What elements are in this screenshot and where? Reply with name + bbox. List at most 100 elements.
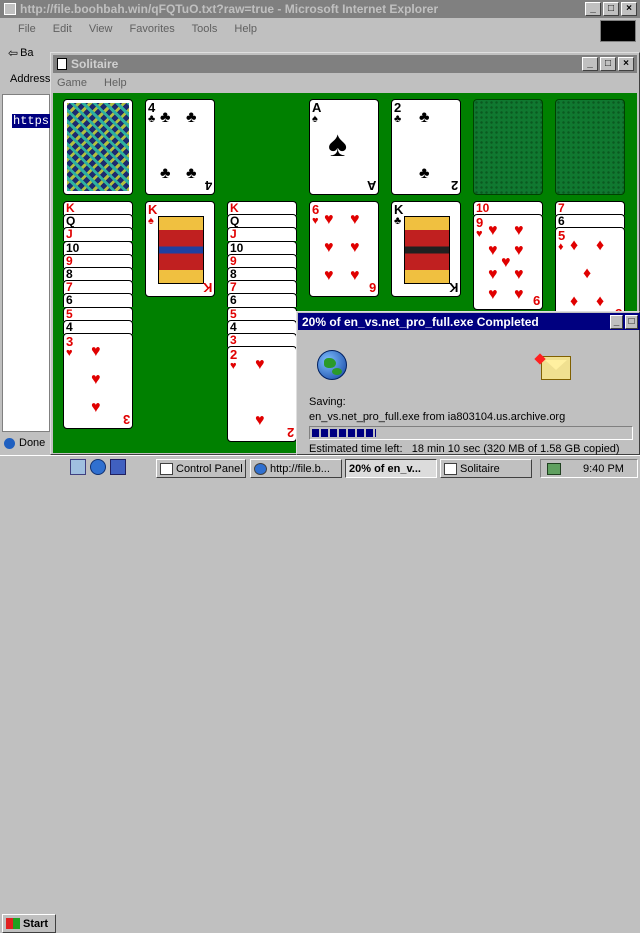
card-rank-bottom: 2 [286, 425, 294, 441]
ie-icon[interactable] [90, 459, 106, 475]
solitaire-minimize-button[interactable]: _ [582, 57, 598, 71]
ie-menu-view[interactable]: View [89, 23, 113, 35]
suit-icon: ♥ [255, 412, 265, 430]
ie-close-button[interactable]: × [621, 2, 637, 16]
ie-menu-edit[interactable]: Edit [53, 23, 72, 35]
tableau-3-card-strip[interactable]: 6 [227, 293, 297, 308]
tableau-3-card-strip[interactable]: 5 [227, 306, 297, 321]
suit-icon: ♥ [476, 228, 483, 241]
card-rank-bottom: 3 [122, 412, 130, 427]
tableau-3-card-strip[interactable]: 8 [227, 267, 297, 281]
download-minimize-button[interactable]: _ [610, 314, 623, 329]
ie-titlebar[interactable]: http://file.boohbah.win/qFQTuO.txt?raw=t… [0, 0, 640, 18]
tableau-6-top-card[interactable]: 9 ♥ ♥ ♥ ♥ ♥ ♥ ♥ ♥ ♥ ♥ 9 [473, 214, 543, 311]
tableau-3-card-strip[interactable]: J [227, 227, 297, 242]
saving-text: en_vs.net_pro_full.exe from ia803104.us.… [309, 411, 566, 423]
download-progress-bar [309, 426, 633, 440]
download-titlebar[interactable]: 20% of en_vs.net_pro_full.exe Completed … [298, 313, 640, 330]
tableau-1-card-strip[interactable]: Q [63, 214, 133, 229]
download-title: 20% of en_vs.net_pro_full.exe Completed [302, 314, 539, 329]
tableau-3-card-strip[interactable]: 9 [227, 253, 297, 268]
eta-text: Estimated time left: 18 min 10 sec (320 … [309, 443, 620, 455]
tableau-7-top-card[interactable]: 5♦♦♦♦♦♦5 [555, 227, 625, 324]
tableau-1-top-card[interactable]: 3 ♥ ♥ ♥ ♥ 3 [63, 333, 133, 429]
face-card-art [404, 216, 450, 284]
solitaire-icon [444, 462, 457, 475]
tableau-1-card-strip[interactable]: 4 [63, 319, 133, 334]
suit-icon: ♥ [514, 242, 524, 260]
tableau-7-card-strip[interactable]: 7 [555, 201, 625, 215]
tableau-3-top-card[interactable]: 2 ♥ ♥ ♥ 2 [227, 346, 297, 443]
download-progress-fill [312, 429, 376, 437]
tableau-3-card-strip[interactable]: 3 [227, 333, 297, 347]
ie-content-text[interactable]: https [12, 114, 51, 128]
tableau-3-card-strip[interactable]: 10 [227, 240, 297, 255]
ie-title-icon [4, 3, 16, 15]
system-tray: 9:40 PM [540, 459, 638, 478]
tableau-3-card-strip[interactable]: 7 [227, 280, 297, 295]
tableau-1-card-strip[interactable]: 9 [63, 253, 133, 268]
suit-icon: ♣ [394, 215, 402, 227]
card-rank-bottom: 6 [368, 280, 376, 295]
windows-logo-icon [6, 918, 20, 929]
tableau-2-top-card[interactable]: K ♠ K [145, 201, 215, 297]
ie-status-text: Done [19, 437, 46, 449]
tableau-1-card-strip[interactable]: K [63, 201, 133, 215]
tableau-5-top-card[interactable]: K ♣ K [391, 201, 461, 297]
suit-icon: ♥ [350, 267, 360, 284]
tableau-6-card-strip[interactable]: 10 [473, 201, 543, 215]
solitaire-title-icon [57, 58, 67, 70]
suit-icon: ♥ [514, 266, 524, 284]
ie-menu-tools[interactable]: Tools [192, 23, 218, 35]
ie-maximize-button[interactable]: □ [603, 2, 619, 16]
suit-icon: ♥ [501, 254, 511, 272]
solitaire-maximize-button[interactable]: □ [600, 57, 616, 71]
clock: 9:40 PM [583, 462, 624, 475]
solitaire-menubar: Game Help [57, 77, 141, 89]
desktop-icon[interactable] [70, 459, 86, 475]
tableau-1-card-strip[interactable]: J [63, 227, 133, 242]
suit-icon: ♥ [350, 239, 360, 256]
ie-minimize-button[interactable]: _ [585, 2, 601, 16]
ie-menu-help[interactable]: Help [234, 23, 257, 35]
tableau-1-card-strip[interactable]: 8 [63, 267, 133, 281]
solitaire-menu-game[interactable]: Game [57, 77, 87, 89]
suit-icon: ♦ [596, 293, 605, 311]
tableau-3-card-strip[interactable]: 4 [227, 319, 297, 334]
ie-menu-favorites[interactable]: Favorites [130, 23, 175, 35]
outlook-icon[interactable] [110, 459, 126, 475]
taskbar-solitaire[interactable]: Solitaire [440, 459, 532, 478]
download-dialog: 20% of en_vs.net_pro_full.exe Completed … [296, 311, 640, 455]
card-rank-bottom: K [448, 280, 458, 295]
suit-icon: ♥ [324, 267, 334, 284]
ie-menu-file[interactable]: File [18, 23, 36, 35]
ie-back-button[interactable]: ⇦ Ba [8, 46, 34, 60]
tableau-1-card-strip[interactable]: 5 [63, 306, 133, 321]
suit-icon: ♦ [558, 241, 564, 254]
network-icon[interactable] [547, 462, 561, 475]
suit-icon: ♦ [570, 293, 579, 311]
suit-icon: ♥ [488, 266, 498, 284]
tableau-3-card-strip[interactable]: K [227, 201, 297, 215]
tableau-1-card-strip[interactable]: 7 [63, 280, 133, 295]
download-maximize-button[interactable]: □ [625, 314, 638, 329]
ie-title: http://file.boohbah.win/qFQTuO.txt?raw=t… [20, 2, 439, 16]
suit-icon: ♥ [312, 215, 319, 227]
ie-content-area: https [2, 94, 51, 432]
solitaire-close-button[interactable]: × [618, 57, 634, 71]
taskbar-download[interactable]: 20% of en_v... [345, 459, 437, 478]
start-button[interactable]: Start [2, 914, 56, 933]
solitaire-titlebar[interactable]: Solitaire _ □ × [53, 55, 637, 73]
tableau-1-card-strip[interactable]: 6 [63, 293, 133, 308]
taskbar-ie[interactable]: http://file.b... [250, 459, 342, 478]
taskbar-control-panel[interactable]: Control Panel [156, 459, 246, 478]
suit-icon: ♥ [350, 211, 360, 228]
tableau-7-card-strip[interactable]: 6 [555, 214, 625, 229]
suit-icon: ♥ [488, 222, 498, 240]
tableau-1-card-strip[interactable]: 10 [63, 240, 133, 255]
tableau-4-top-card[interactable]: 6 ♥ ♥ ♥ ♥ ♥ ♥ ♥ 6 [309, 201, 379, 297]
solitaire-menu-help[interactable]: Help [104, 77, 127, 89]
face-card-art [158, 216, 204, 284]
saving-label: Saving: [309, 396, 346, 408]
tableau-3-card-strip[interactable]: Q [227, 214, 297, 229]
